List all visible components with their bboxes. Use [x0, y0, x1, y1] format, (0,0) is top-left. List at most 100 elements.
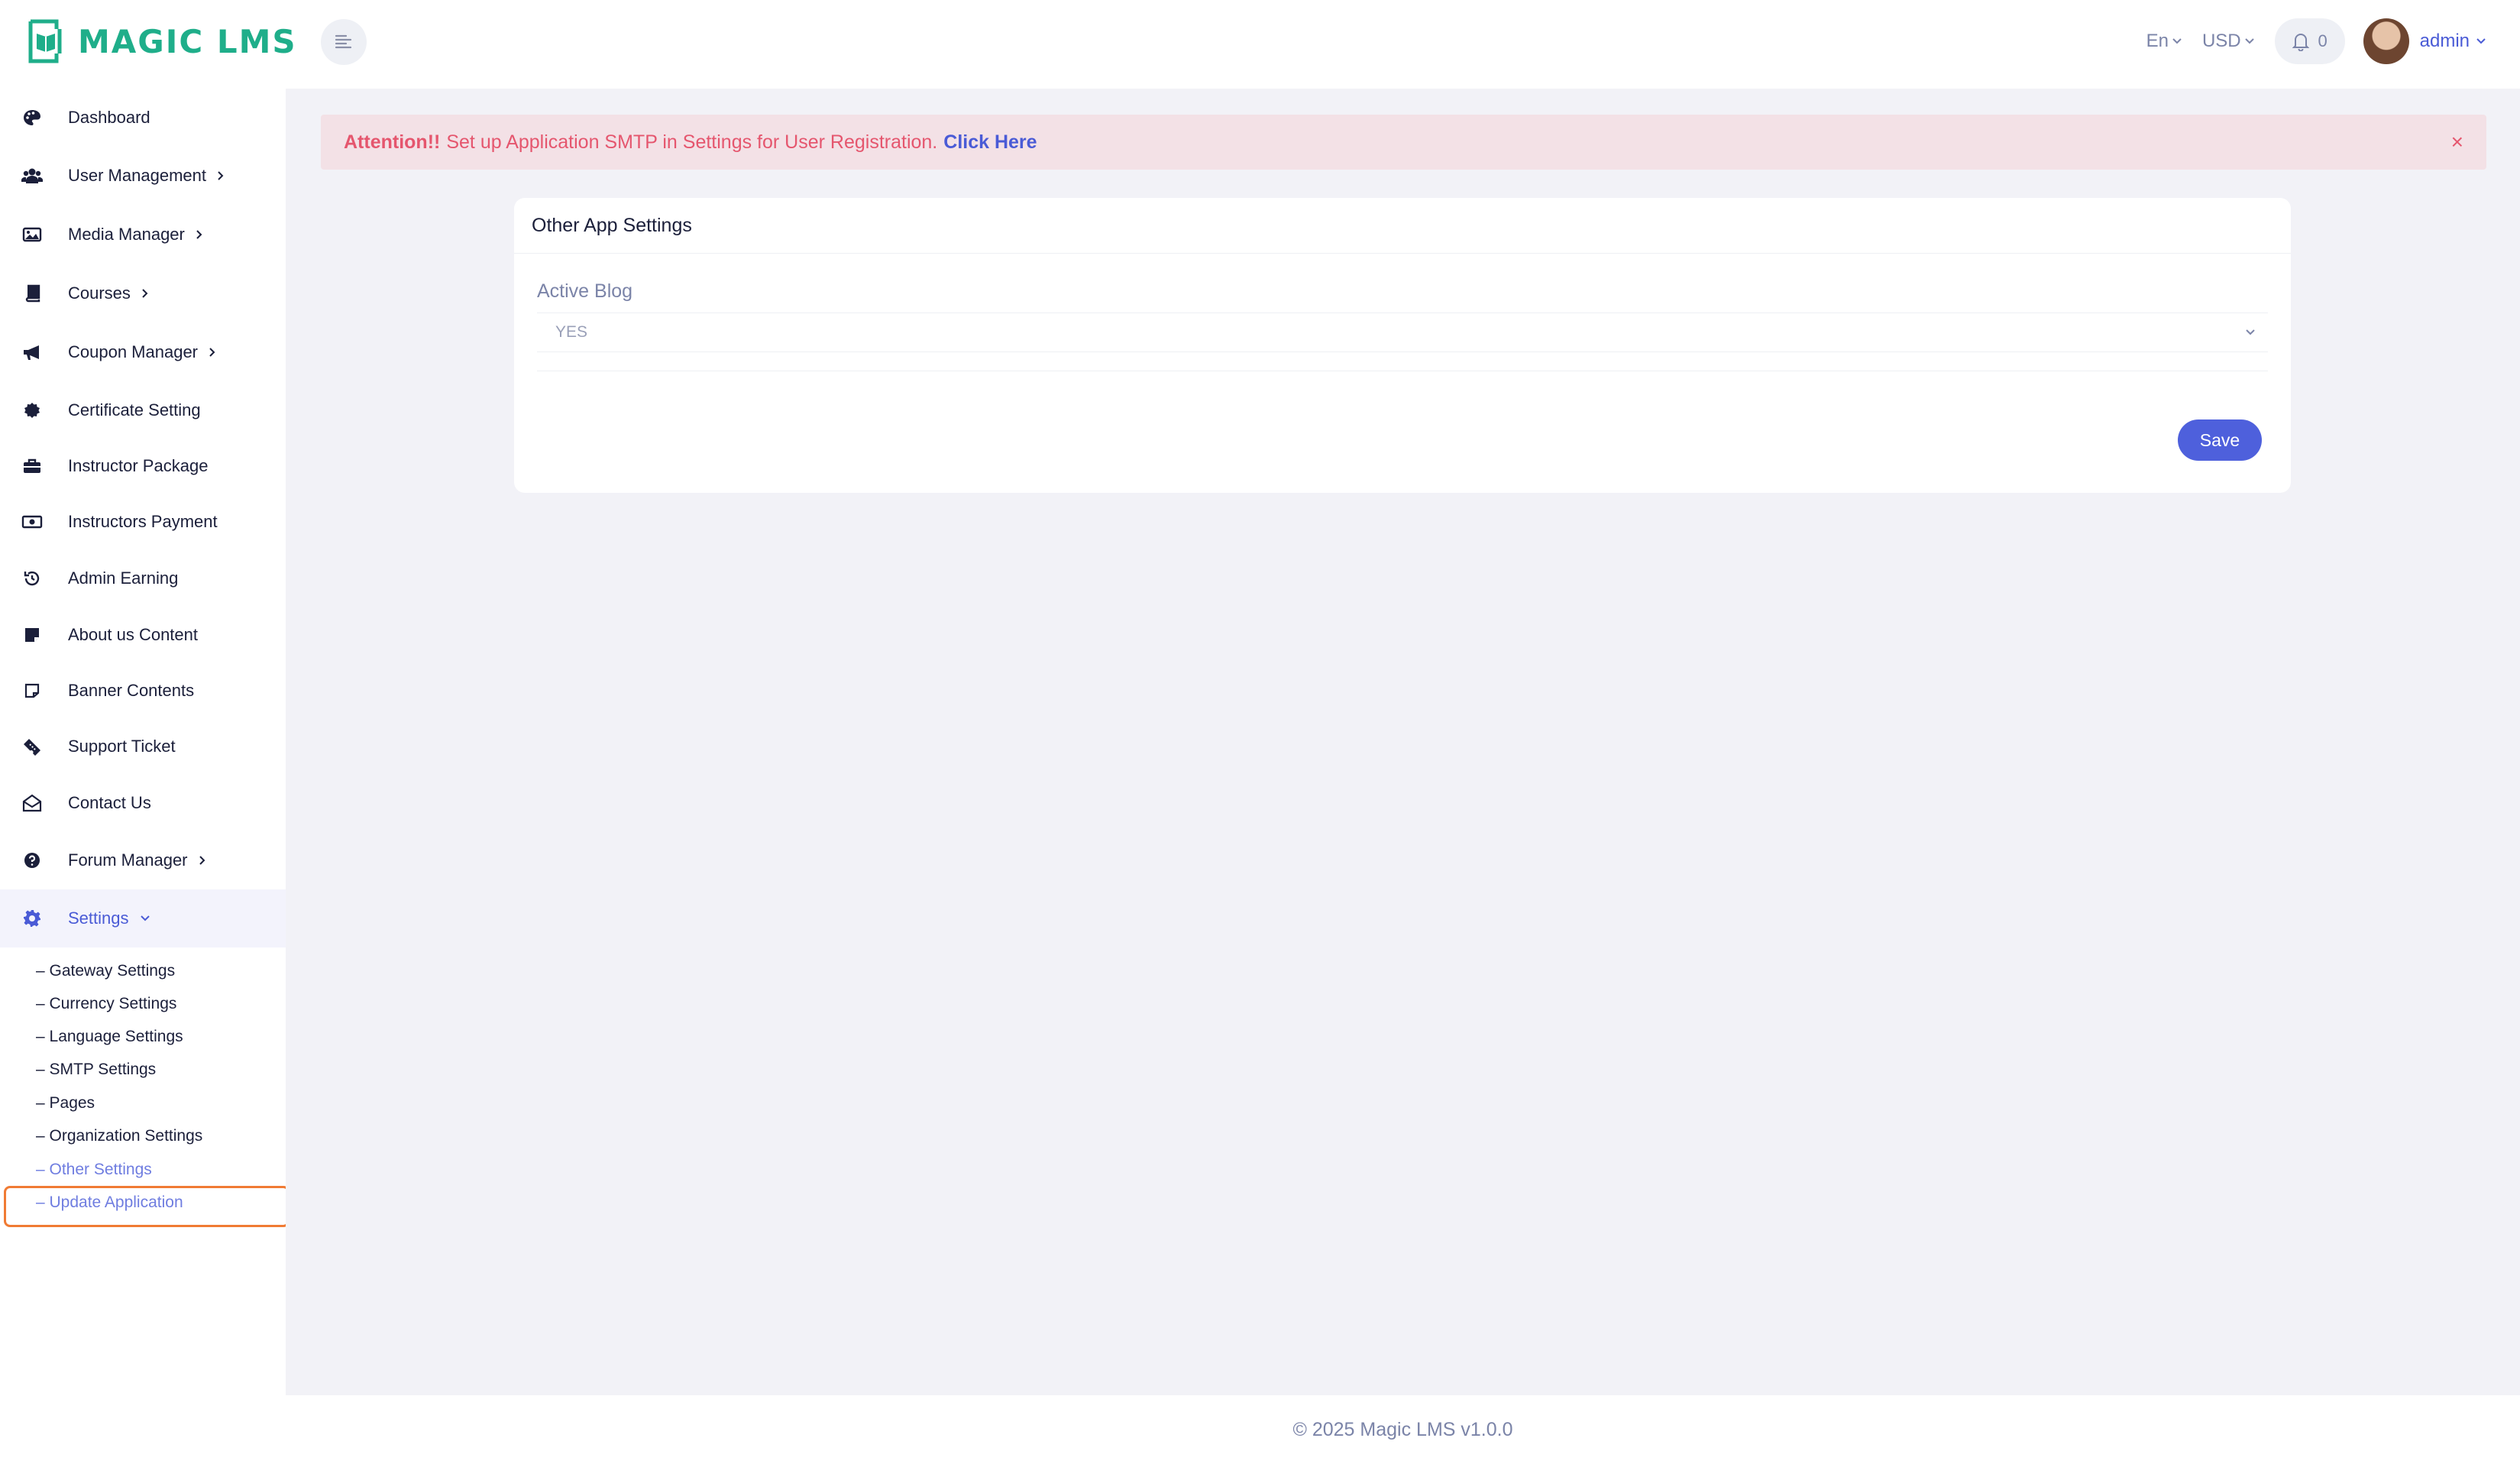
sidebar-item-text: Settings: [68, 909, 129, 928]
certificate-icon: [21, 400, 43, 421]
sidebar-item-label: Admin Earning: [68, 568, 179, 588]
sidebar-item-label: Forum Manager: [68, 850, 206, 870]
avatar[interactable]: [2363, 18, 2409, 64]
brand-name: MAGIC LMS: [78, 22, 297, 60]
money-icon: [21, 511, 43, 533]
brand-logo-icon: [28, 19, 62, 63]
sidebar-item-certificate-setting[interactable]: Certificate Setting: [0, 381, 286, 439]
sidebar-item-media-manager[interactable]: Media Manager: [0, 206, 286, 264]
footer: © 2025 Magic LMS v1.0.0: [286, 1395, 2520, 1464]
sidebar: Dashboard User Management Media Manager: [0, 89, 286, 1464]
save-button[interactable]: Save: [2178, 419, 2262, 461]
submenu-organization-settings[interactable]: – Organization Settings: [36, 1124, 202, 1148]
sidebar-item-banner-contents[interactable]: Banner Contents: [0, 662, 286, 720]
sidebar-item-label: Coupon Manager: [68, 342, 216, 362]
alert-link[interactable]: Click Here: [943, 131, 1037, 154]
submenu-smtp-settings[interactable]: – SMTP Settings: [36, 1058, 156, 1082]
card-title: Other App Settings: [514, 198, 2291, 254]
sidebar-item-text: Coupon Manager: [68, 342, 199, 361]
active-blog-value: YES: [555, 323, 588, 341]
sidebar-item-instructors-payment[interactable]: Instructors Payment: [0, 493, 286, 551]
sidebar-item-settings[interactable]: Settings: [0, 889, 286, 947]
settings-card: Other App Settings Active Blog YES Save: [514, 198, 2291, 493]
sidebar-item-coupon-manager[interactable]: Coupon Manager: [0, 323, 286, 381]
submenu-update-application[interactable]: – Update Application: [36, 1190, 183, 1215]
sidebar-item-user-management[interactable]: User Management: [0, 147, 286, 205]
sidebar-item-label: Certificate Setting: [68, 400, 201, 419]
bell-icon: [2292, 34, 2309, 51]
menu-toggle-button[interactable]: [321, 19, 367, 65]
chevron-right-icon: [218, 171, 224, 180]
sidebar-item-admin-earning[interactable]: Admin Earning: [0, 549, 286, 607]
submenu-currency-settings[interactable]: – Currency Settings: [36, 992, 176, 1016]
currency-value: USD: [2201, 31, 2241, 51]
chevron-down-icon: [2476, 38, 2486, 44]
language-value: En: [2146, 31, 2169, 51]
main-content: Attention!! Set up Application SMTP in S…: [286, 89, 2520, 1395]
footer-text: © 2025 Magic LMS v1.0.0: [1292, 1418, 1513, 1440]
notifications-count: 0: [2318, 31, 2328, 50]
alert-message: Set up Application SMTP in Settings for …: [446, 131, 938, 153]
sidebar-item-courses[interactable]: Courses: [0, 264, 286, 322]
ticket-icon: [21, 736, 43, 757]
book-icon: [21, 283, 43, 304]
top-header: MAGIC LMS En USD 0 admin: [0, 0, 2520, 89]
currency-dropdown[interactable]: USD: [2202, 31, 2255, 52]
sidebar-item-instructor-package[interactable]: Instructor Package: [0, 437, 286, 495]
users-icon: [21, 165, 43, 186]
active-blog-label: Active Blog: [537, 280, 633, 302]
submenu-other-settings[interactable]: – Other Settings: [36, 1158, 152, 1182]
palette-icon: [21, 107, 43, 128]
sidebar-item-label: Banner Contents: [68, 681, 195, 700]
chevron-down-icon: [2246, 329, 2255, 335]
menu-lines-icon: [335, 34, 352, 49]
submenu-language-settings[interactable]: – Language Settings: [36, 1025, 183, 1049]
sidebar-item-label: User Management: [68, 166, 225, 186]
sidebar-item-text: Media Manager: [68, 225, 185, 244]
note-icon: [21, 680, 43, 701]
image-icon: [21, 224, 43, 245]
sticky-note-icon: [21, 624, 43, 646]
sidebar-item-text: Forum Manager: [68, 850, 188, 870]
history-icon: [21, 568, 43, 589]
sidebar-item-label: Support Ticket: [68, 737, 176, 756]
sidebar-item-text: User Management: [68, 166, 206, 185]
chevron-right-icon: [199, 856, 205, 865]
close-icon[interactable]: ×: [2451, 131, 2463, 153]
submenu-gateway-settings[interactable]: – Gateway Settings: [36, 959, 175, 983]
sidebar-item-about-us-content[interactable]: About us Content: [0, 606, 286, 664]
header-right: En USD 0 admin: [2127, 17, 2486, 66]
chevron-down-icon: [140, 915, 150, 921]
sidebar-item-dashboard[interactable]: Dashboard: [0, 89, 286, 147]
sidebar-item-label: About us Content: [68, 625, 199, 644]
chevron-right-icon: [196, 230, 202, 239]
language-dropdown[interactable]: En: [2146, 31, 2182, 52]
app-root: MAGIC LMS En USD 0 admin Dashboard User …: [0, 0, 2520, 1464]
user-menu[interactable]: admin: [2420, 31, 2486, 52]
sidebar-item-label: Settings: [68, 909, 150, 928]
chevron-down-icon: [2244, 38, 2254, 44]
sidebar-item-label: Courses: [68, 283, 149, 303]
question-circle-icon: [21, 850, 43, 871]
sidebar-item-label: Instructors Payment: [68, 512, 218, 531]
briefcase-icon: [21, 455, 43, 477]
submenu-pages[interactable]: – Pages: [36, 1091, 95, 1116]
sidebar-item-contact-us[interactable]: Contact Us: [0, 774, 286, 832]
smtp-alert: Attention!! Set up Application SMTP in S…: [321, 115, 2486, 170]
chevron-right-icon: [142, 289, 148, 298]
envelope-open-icon: [21, 792, 43, 814]
sidebar-item-label: Instructor Package: [68, 456, 209, 475]
sidebar-item-label: Dashboard: [68, 108, 150, 127]
active-blog-select[interactable]: YES: [537, 313, 2268, 352]
sidebar-item-text: Courses: [68, 283, 131, 303]
megaphone-icon: [21, 342, 43, 363]
user-name: admin: [2419, 31, 2470, 51]
sidebar-item-label: Contact Us: [68, 793, 151, 812]
notifications-button[interactable]: 0: [2274, 18, 2345, 64]
sidebar-item-forum-manager[interactable]: Forum Manager: [0, 831, 286, 889]
chevron-down-icon: [2172, 38, 2182, 44]
brand[interactable]: MAGIC LMS: [26, 17, 297, 66]
gear-icon: [21, 908, 43, 929]
sidebar-item-support-ticket[interactable]: Support Ticket: [0, 717, 286, 776]
sidebar-item-label: Media Manager: [68, 225, 203, 245]
